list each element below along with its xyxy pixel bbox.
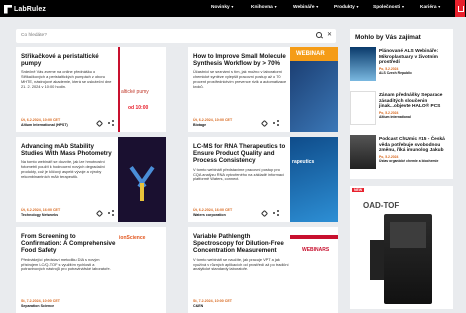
article-thumbnail[interactable] (350, 47, 376, 81)
share-icon[interactable] (273, 210, 279, 216)
webinar-card[interactable]: How to Improve Small Molecule Synthesis … (188, 47, 338, 132)
sidebar-article[interactable]: Zánam přednášky Separace zásaditých slou… (350, 91, 453, 127)
card-title[interactable]: Střikačkové a peristaltické pumpy (21, 53, 117, 67)
sidebar-title: Mohlo by Vás zajímat (355, 34, 421, 41)
logo-mark-icon (4, 4, 12, 14)
card-thumbnail[interactable]: ionScience (118, 227, 166, 313)
card-organizer: Waters corporation (193, 213, 226, 217)
card-thumbnail[interactable] (118, 137, 166, 222)
card-description: Přednášející představí metodiku DIA s no… (21, 256, 111, 272)
share-icon[interactable] (108, 120, 114, 126)
sidebar-article[interactable]: Podcast ChUmic #15 - Česká věda potřebuj… (350, 135, 453, 171)
thumbnail-accent (118, 47, 120, 132)
search-icon[interactable] (316, 32, 322, 38)
share-icon[interactable] (108, 210, 114, 216)
card-date: St, 7.2.2024, 10:00 CET (21, 299, 60, 303)
card-organizer: Altium International (HPST) (21, 123, 68, 127)
sidebar-article[interactable]: Plánované ALS Webináře: Mikroplastuary v… (350, 47, 453, 83)
top-nav: LabRulez Novinky▼ Knihovna▼ Webináře▼ Pr… (0, 0, 466, 17)
card-title[interactable]: From Screening to Confirmation: A Compre… (21, 233, 117, 255)
card-date: St, 7.2.2024, 10:00 CET (193, 299, 232, 303)
card-date: Út, 6.2.2024, 10:00 CET (193, 118, 233, 122)
card-thumbnail[interactable]: WEBINAR (290, 47, 338, 132)
card-title[interactable]: Advancing mAb Stability Studies With Mas… (21, 143, 117, 157)
webinar-card[interactable]: Advancing mAb Stability Studies With Mas… (16, 137, 166, 222)
tag-icon[interactable] (95, 119, 104, 128)
article-organization: ALS Czech Republic (379, 70, 412, 75)
search-placeholder: Co hledáte? (21, 33, 47, 38)
card-thumbnail[interactable]: altické pumy od 10:00 (118, 47, 166, 132)
new-badge: NEW (352, 188, 365, 192)
tag-icon[interactable] (260, 119, 269, 128)
labrulez-logo[interactable]: LabRulez (4, 4, 46, 14)
card-thumbnail[interactable]: WEBINARS (290, 227, 338, 313)
card-title[interactable]: Variable Pathlength Spectroscopy for Dil… (193, 233, 289, 255)
share-icon[interactable] (273, 120, 279, 126)
nav-webinare[interactable]: Webináře▼ (293, 5, 319, 10)
card-organizer: Biotage (193, 123, 207, 127)
article-organization: Altium international (379, 114, 411, 119)
card-description: V tomto webináři představíme pracovní po… (193, 166, 285, 182)
webinar-card[interactable]: Střikačkové a peristaltické pumpy Srdečn… (16, 47, 166, 132)
article-title[interactable]: Plánované ALS Webináře: Mikroplastuary v… (379, 49, 451, 66)
article-organization: Ústav organické chemie a biochemie (379, 158, 439, 163)
card-organizer: C&EN (193, 304, 204, 308)
nav-spolecnosti[interactable]: Společnosti▼ (373, 5, 405, 10)
nav-knihovna[interactable]: Knihovna▼ (251, 5, 277, 10)
card-organizer: Separation Science (21, 304, 55, 308)
card-organizer: Technology Networks (21, 213, 59, 217)
product-advertisement[interactable]: NEW OAD-TOF (350, 186, 453, 309)
nav-kariera[interactable]: Kariéra▼ (420, 5, 441, 10)
card-description: Na tomto webináři se dozvíte, jak lze hm… (21, 159, 105, 180)
card-date: Út, 6.2.2024, 16:00 CET (21, 208, 61, 212)
nav-produkty[interactable]: Produkty▼ (334, 5, 359, 10)
article-title[interactable]: Podcast ChUmic #15 - Česká věda potřebuj… (379, 137, 451, 154)
article-thumbnail[interactable] (350, 91, 376, 125)
recommended-sidebar: Mohlo by Vás zajímat Plánované ALS Webin… (350, 29, 453, 179)
instrument-image (370, 214, 432, 304)
card-description: Účastníci se seznámí s tím, jak možno v … (193, 69, 287, 90)
webinar-card[interactable]: Variable Pathlength Spectroscopy for Dil… (188, 227, 338, 313)
user-icon[interactable] (455, 0, 465, 17)
close-icon[interactable]: ✕ (327, 31, 332, 38)
nav-novinky[interactable]: Novinky▼ (211, 5, 234, 10)
card-thumbnail[interactable]: rapeutics (290, 137, 338, 222)
ad-title: OAD-TOF (363, 201, 400, 210)
card-date: Út, 6.2.2024, 10:00 CET (21, 118, 61, 122)
card-description: V tomto webináři se naučíte, jak pracuje… (193, 256, 289, 272)
webinar-card[interactable]: LC-MS for RNA Therapeutics to Ensure Pro… (188, 137, 338, 222)
card-title[interactable]: How to Improve Small Molecule Synthesis … (193, 53, 289, 67)
article-thumbnail[interactable] (350, 135, 376, 169)
article-title[interactable]: Zánam přednášky Separace zásaditých slou… (379, 93, 451, 110)
card-title[interactable]: LC-MS for RNA Therapeutics to Ensure Pro… (193, 143, 289, 165)
card-description: Srdečně Vás zveme na online přednášku o … (21, 69, 112, 90)
search-input[interactable]: Co hledáte? ✕ (16, 29, 336, 43)
webinar-card[interactable]: From Screening to Confirmation: A Compre… (16, 227, 166, 313)
card-date: Út, 6.2.2024, 16:00 CET (193, 208, 233, 212)
tag-icon[interactable] (260, 209, 269, 218)
tag-icon[interactable] (95, 209, 104, 218)
